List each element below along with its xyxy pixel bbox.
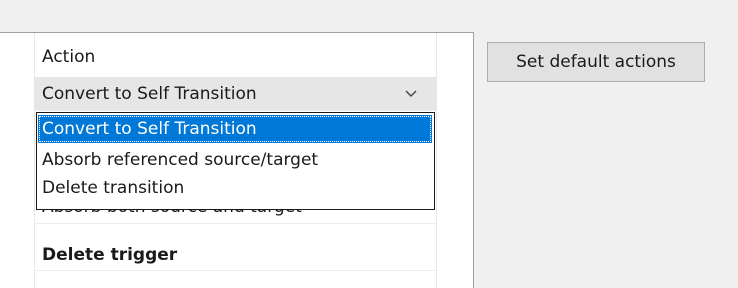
action-settings-panel: Action Convert to Self Transition Absorb… bbox=[0, 0, 738, 288]
column-divider bbox=[34, 33, 35, 288]
dropdown-option-absorb-referenced[interactable]: Absorb referenced source/target bbox=[38, 146, 432, 174]
action-dropdown-list: Convert to Self Transition Absorb refere… bbox=[36, 112, 435, 210]
dropdown-option-delete-transition[interactable]: Delete transition bbox=[38, 174, 432, 202]
set-default-actions-button[interactable]: Set default actions bbox=[487, 42, 705, 82]
column-divider-right bbox=[436, 33, 437, 288]
chevron-down-icon[interactable] bbox=[405, 90, 417, 98]
row-divider bbox=[34, 270, 436, 271]
table-row[interactable]: Delete trigger bbox=[42, 245, 177, 265]
row-divider bbox=[34, 223, 436, 224]
action-column-header: Action bbox=[42, 47, 96, 67]
action-combo-value[interactable]: Convert to Self Transition bbox=[42, 84, 257, 104]
dropdown-option-convert-self-transition[interactable]: Convert to Self Transition bbox=[38, 115, 432, 143]
actions-table: Action Convert to Self Transition Absorb… bbox=[0, 32, 474, 288]
row-divider bbox=[34, 110, 436, 111]
